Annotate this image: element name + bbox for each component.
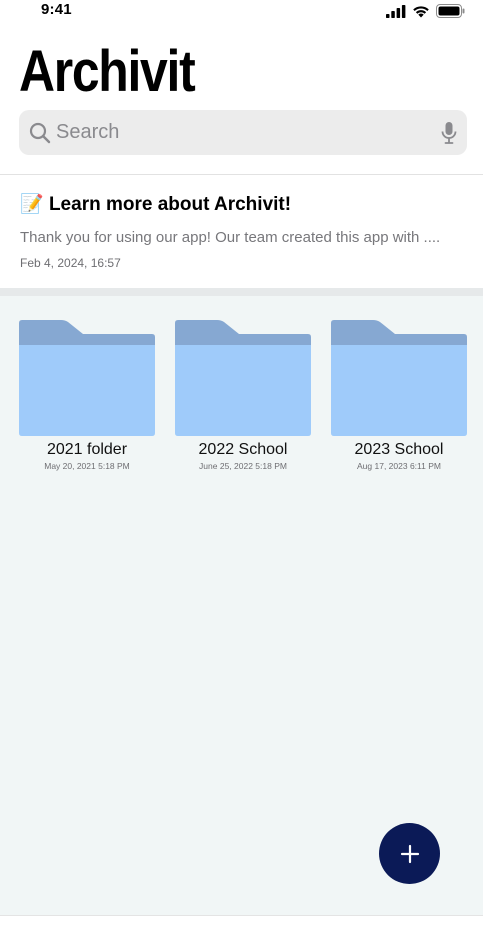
status-icons <box>386 3 465 19</box>
battery-icon <box>436 4 465 18</box>
folder-name: 2022 School <box>198 441 288 458</box>
memo-icon: 📝 <box>20 194 44 215</box>
note-date: Feb 4, 2024, 16:57 <box>20 256 121 270</box>
plus-icon <box>400 844 419 863</box>
wifi-icon <box>413 5 429 17</box>
folder-icon <box>19 320 155 436</box>
search-bar[interactable] <box>19 110 467 155</box>
folder-date: May 20, 2021 5:18 PM <box>44 461 130 471</box>
folder-name: 2021 folder <box>46 441 128 458</box>
status-bar: 9:41 <box>0 0 483 24</box>
folder-icon <box>175 320 311 436</box>
folder-date: June 25, 2022 5:18 PM <box>199 461 287 471</box>
folder-item[interactable]: 2021 folder May 20, 2021 5:18 PM <box>19 320 155 471</box>
add-folder-button[interactable] <box>379 823 440 884</box>
note-preview: Thank you for using our app! Our team cr… <box>20 229 441 246</box>
app-title: Archivit <box>19 39 196 104</box>
folder-name: 2023 School <box>354 441 444 458</box>
cellular-signal-icon <box>386 4 406 18</box>
mic-icon[interactable] <box>441 121 457 145</box>
note-title-text: Learn more about Archivit! <box>48 194 292 215</box>
search-input[interactable] <box>56 110 436 155</box>
bottom-bar <box>0 916 483 942</box>
folder-item[interactable]: 2023 School Aug 17, 2023 6:11 PM <box>331 320 467 471</box>
section-separator <box>0 288 483 296</box>
status-time: 9:41 <box>41 1 72 18</box>
folder-item[interactable]: 2022 School June 25, 2022 5:18 PM <box>175 320 311 471</box>
folder-date: Aug 17, 2023 6:11 PM <box>357 461 441 471</box>
note-title[interactable]: 📝 Learn more about Archivit! <box>20 192 291 216</box>
search-icon <box>29 122 51 144</box>
folder-icon <box>331 320 467 436</box>
